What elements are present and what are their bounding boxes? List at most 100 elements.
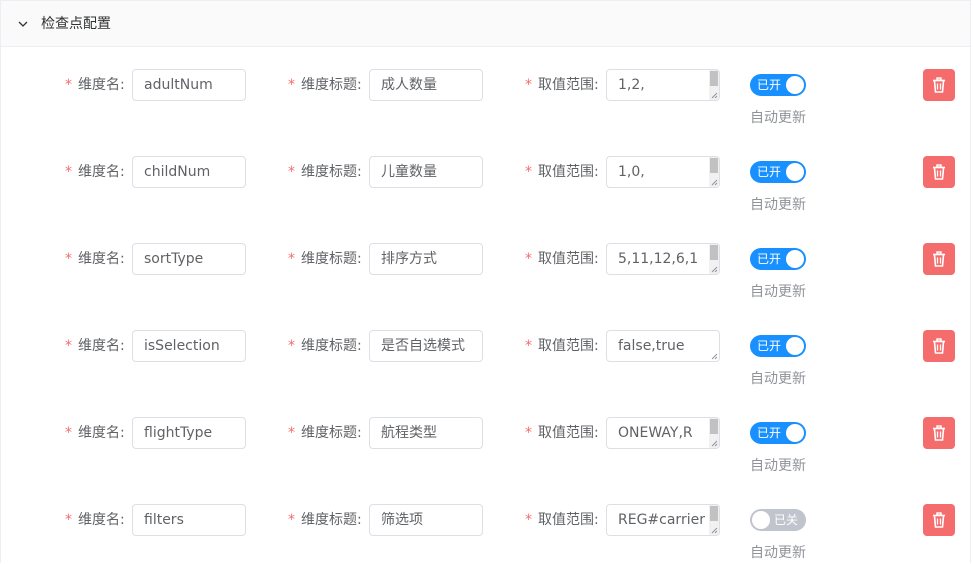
dimension-row: * 维度名: adultNum * 维度标题: 成人数量 * 取值范围: 1,2, 已开 自动更新	[1, 69, 970, 129]
required-mark: *	[525, 338, 532, 354]
delete-button[interactable]	[923, 156, 955, 188]
dimension-name-label: * 维度名:	[65, 249, 125, 269]
delete-button[interactable]	[923, 504, 955, 536]
auto-update-label: 自动更新	[750, 284, 806, 300]
trash-icon	[933, 512, 945, 528]
scrollbar-thumb[interactable]	[710, 245, 718, 260]
resize-grip-icon[interactable]	[711, 353, 718, 360]
auto-update-switch[interactable]: 已开	[750, 422, 806, 444]
auto-update-switch[interactable]: 已开	[750, 335, 806, 357]
scrollbar-thumb[interactable]	[710, 506, 718, 521]
value-range-textarea[interactable]: false,true	[606, 330, 720, 362]
value-range-label: * 取值范围:	[525, 336, 599, 356]
required-mark: *	[65, 425, 72, 441]
dimension-name-label: * 维度名:	[65, 510, 125, 530]
resize-grip-icon[interactable]	[711, 179, 718, 186]
value-range-textarea[interactable]: 1,2,	[606, 69, 720, 101]
resize-grip-icon[interactable]	[711, 527, 718, 534]
resize-grip-icon[interactable]	[711, 92, 718, 99]
dimension-name-label: * 维度名:	[65, 336, 125, 356]
required-mark: *	[288, 77, 295, 93]
required-mark: *	[525, 77, 532, 93]
auto-update-switch[interactable]: 已开	[750, 74, 806, 96]
trash-icon	[933, 251, 945, 267]
switch-knob	[786, 163, 804, 181]
delete-button[interactable]	[923, 330, 955, 362]
delete-button[interactable]	[923, 69, 955, 101]
label-text: 维度名:	[78, 512, 125, 528]
auto-update-switch[interactable]: 已开	[750, 248, 806, 270]
delete-button[interactable]	[923, 243, 955, 275]
required-mark: *	[65, 164, 72, 180]
switch-state-text: 已关	[773, 513, 798, 527]
dimension-title-label: * 维度标题:	[288, 162, 362, 182]
value-range-text: 5,11,12,6,1	[618, 251, 699, 267]
dimension-row: * 维度名: sortType * 维度标题: 排序方式 * 取值范围: 5,11,12,6,1…	[1, 243, 970, 303]
auto-update-switch[interactable]: 已关	[750, 509, 806, 531]
scrollbar-thumb[interactable]	[710, 158, 718, 173]
required-mark: *	[288, 164, 295, 180]
label-text: 取值范围:	[538, 164, 599, 180]
required-mark: *	[65, 512, 72, 528]
dimension-name-label: * 维度名:	[65, 423, 125, 443]
switch-knob	[786, 337, 804, 355]
label-text: 取值范围:	[538, 425, 599, 441]
auto-update-label: 自动更新	[750, 458, 806, 474]
resize-grip-icon[interactable]	[711, 266, 718, 273]
label-text: 维度名:	[78, 164, 125, 180]
label-text: 维度名:	[78, 425, 125, 441]
dimension-row: * 维度名: childNum * 维度标题: 儿童数量 * 取值范围: 1,0, 已开自动更新	[1, 156, 970, 216]
chevron-down-icon[interactable]	[17, 18, 29, 30]
required-mark: *	[65, 338, 72, 354]
delete-button[interactable]	[923, 417, 955, 449]
dimension-title-input[interactable]: 航程类型	[369, 417, 483, 449]
auto-update-switch[interactable]: 已开	[750, 161, 806, 183]
dimension-title-label: * 维度标题:	[288, 249, 362, 269]
label-text: 维度标题:	[301, 77, 362, 93]
panel-header[interactable]: 检查点配置	[1, 1, 970, 47]
dimension-name-input[interactable]: flightType	[132, 417, 246, 449]
dimension-name-input[interactable]: sortType	[132, 243, 246, 275]
auto-update-label: 自动更新	[750, 545, 806, 561]
switch-state-text: 已开	[757, 252, 782, 266]
scrollbar-thumb[interactable]	[710, 419, 718, 434]
label-text: 维度名:	[78, 251, 125, 267]
value-range-text: ONEWAY,R	[618, 425, 693, 441]
dimension-title-input[interactable]: 筛选项	[369, 504, 483, 536]
dimension-title-input[interactable]: 成人数量	[369, 69, 483, 101]
value-range-text: false,true	[618, 338, 685, 354]
scrollbar-thumb[interactable]	[710, 71, 718, 86]
dimension-title-label: * 维度标题:	[288, 75, 362, 95]
value-range-textarea[interactable]: 5,11,12,6,1	[606, 243, 720, 275]
label-text: 取值范围:	[538, 512, 599, 528]
dimension-title-label: * 维度标题:	[288, 423, 362, 443]
dimension-name-input[interactable]: filters	[132, 504, 246, 536]
label-text: 取值范围:	[538, 77, 599, 93]
dimension-row: * 维度名: flightType * 维度标题: 航程类型 * 取值范围: ONEWAY,R 已…	[1, 417, 970, 477]
dimension-name-input[interactable]: adultNum	[132, 69, 246, 101]
auto-update-label: 自动更新	[750, 371, 806, 387]
label-text: 维度标题:	[301, 251, 362, 267]
dimension-title-input[interactable]: 儿童数量	[369, 156, 483, 188]
auto-update-label: 自动更新	[750, 197, 806, 213]
dimension-name-label: * 维度名:	[65, 162, 125, 182]
value-range-text: REG#carrier	[618, 512, 705, 528]
label-text: 维度标题:	[301, 512, 362, 528]
value-range-textarea[interactable]: ONEWAY,R	[606, 417, 720, 449]
value-range-text: 1,2,	[618, 77, 645, 93]
resize-grip-icon[interactable]	[711, 440, 718, 447]
value-range-textarea[interactable]: REG#carrier	[606, 504, 720, 536]
switch-knob	[752, 511, 770, 529]
dimension-title-input[interactable]: 排序方式	[369, 243, 483, 275]
value-range-textarea[interactable]: 1,0,	[606, 156, 720, 188]
required-mark: *	[525, 164, 532, 180]
switch-knob	[786, 424, 804, 442]
value-range-label: * 取值范围:	[525, 423, 599, 443]
dimension-title-input[interactable]: 是否自选模式	[369, 330, 483, 362]
switch-knob	[786, 250, 804, 268]
required-mark: *	[288, 338, 295, 354]
trash-icon	[933, 164, 945, 180]
dimension-name-input[interactable]: childNum	[132, 156, 246, 188]
value-range-label: * 取值范围:	[525, 510, 599, 530]
dimension-name-input[interactable]: isSelection	[132, 330, 246, 362]
